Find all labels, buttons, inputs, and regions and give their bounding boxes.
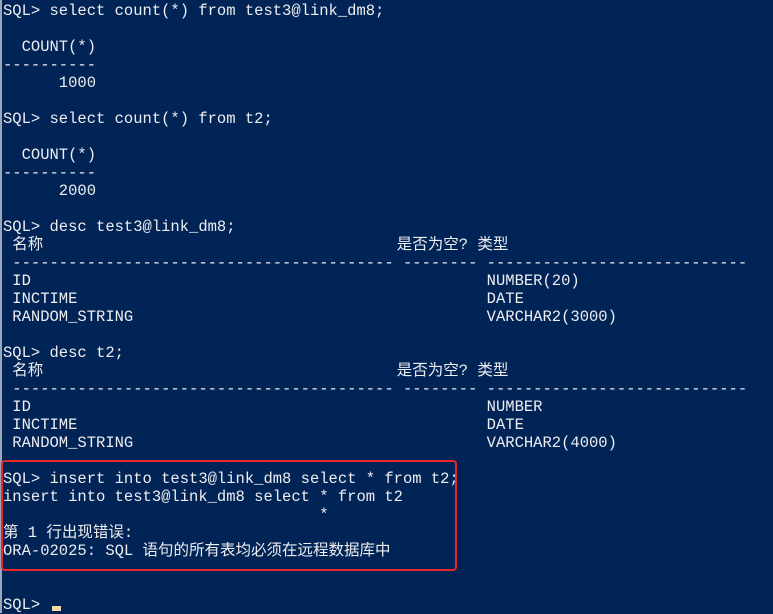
terminal-line: ----------	[3, 164, 97, 182]
terminal-line: 名称 是否为空? 类型	[3, 236, 509, 254]
text-cursor	[51, 606, 61, 611]
terminal-line: ID NUMBER(20)	[3, 272, 580, 290]
terminal-line: SQL> desc t2;	[3, 344, 124, 362]
terminal-line: 1000	[3, 74, 97, 92]
terminal-line: RANDOM_STRING VARCHAR2(4000)	[3, 434, 617, 452]
terminal-line: INCTIME DATE	[3, 416, 524, 434]
current-prompt-line[interactable]: SQL>	[3, 596, 61, 614]
terminal-line: 2000	[3, 182, 97, 200]
terminal-line: INCTIME DATE	[3, 290, 524, 308]
terminal-line: RANDOM_STRING VARCHAR2(3000)	[3, 308, 617, 326]
terminal-line: COUNT(*)	[3, 146, 97, 164]
prompt: SQL>	[3, 596, 50, 614]
terminal-line: ----------------------------------------…	[3, 254, 748, 272]
terminal-line: SQL> desc test3@link_dm8;	[3, 218, 236, 236]
terminal-line: ID NUMBER	[3, 398, 543, 416]
terminal-line: SQL> select count(*) from test3@link_dm8…	[3, 2, 385, 20]
terminal-line: ----------------------------------------…	[3, 380, 748, 398]
terminal-line: ----------	[3, 56, 97, 74]
terminal-line: COUNT(*)	[3, 38, 97, 56]
terminal-line: SQL> select count(*) from t2;	[3, 110, 273, 128]
terminal-line: 名称 是否为空? 类型	[3, 362, 509, 380]
error-highlight-box	[1, 460, 457, 571]
